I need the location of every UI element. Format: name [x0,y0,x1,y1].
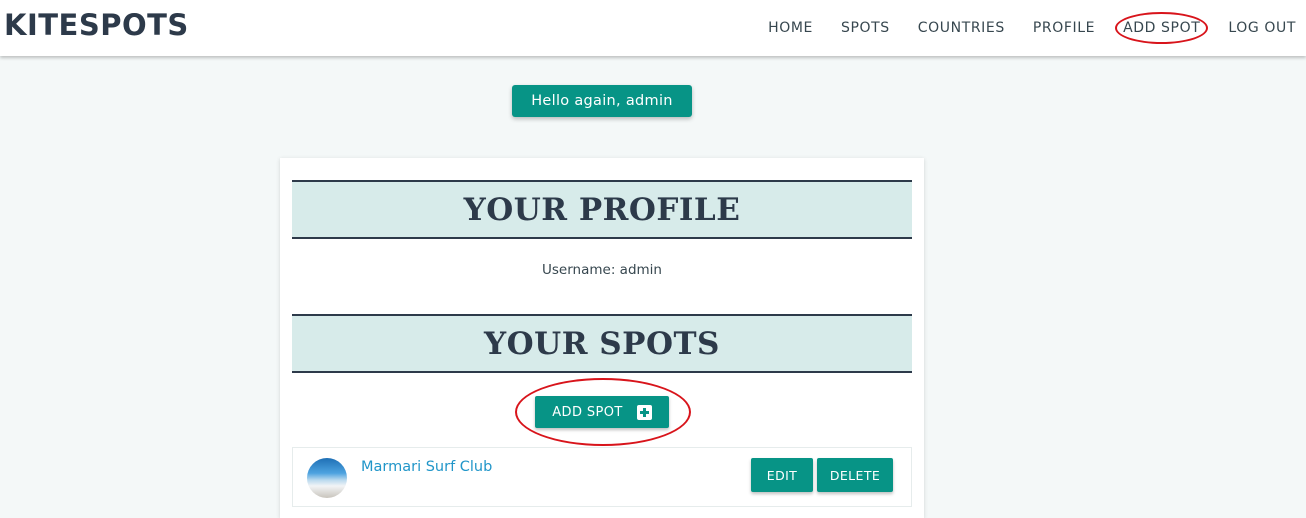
plus-square-icon [636,404,652,420]
username-text: Username: admin [542,262,662,278]
navbar: KITESPOTS HOME SPOTS COUNTRIES PROFILE A… [0,0,1306,56]
nav-countries[interactable]: COUNTRIES [918,20,1005,36]
nav-log-out[interactable]: LOG OUT [1228,20,1296,36]
spots-heading: YOUR SPOTS [484,325,720,362]
profile-heading: YOUR PROFILE [463,191,741,228]
add-spot-label: ADD SPOT [552,404,623,420]
nav-spots[interactable]: SPOTS [841,20,890,36]
brand-logo[interactable]: KITESPOTS [4,8,189,42]
profile-header: YOUR PROFILE [292,180,912,239]
spot-thumbnail [307,458,347,498]
nav-links: HOME SPOTS COUNTRIES PROFILE ADD SPOT LO… [768,0,1306,56]
delete-spot-button[interactable]: DELETE [817,458,893,492]
add-spot-highlight: ADD SPOT [515,378,691,446]
spots-header: YOUR SPOTS [292,314,912,373]
edit-spot-button[interactable]: EDIT [751,458,813,492]
profile-card: YOUR PROFILE Username: admin YOUR SPOTS … [280,158,924,518]
greeting-toast: Hello again, admin [512,85,692,117]
nav-profile[interactable]: PROFILE [1033,20,1095,36]
spot-title-link[interactable]: Marmari Surf Club [361,459,492,475]
nav-home[interactable]: HOME [768,20,813,36]
add-spot-button[interactable]: ADD SPOT [535,396,669,428]
nav-add-spot[interactable]: ADD SPOT [1115,12,1209,44]
spot-list-item: Marmari Surf Club EDIT DELETE [292,447,912,507]
